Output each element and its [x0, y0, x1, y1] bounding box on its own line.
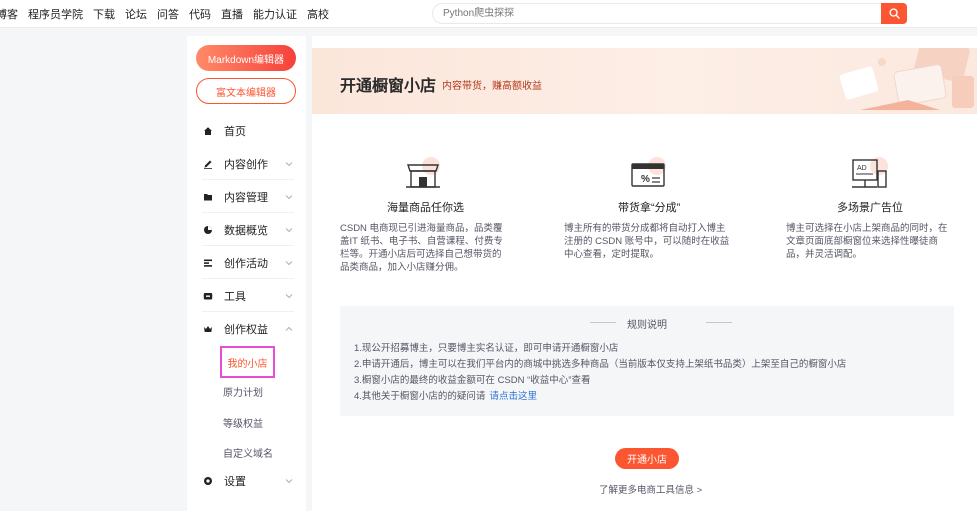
sidebar-subitem-custom-domain[interactable]: 自定义域名 [223, 445, 273, 460]
gear-icon [202, 475, 214, 487]
nav-code[interactable]: 代码 [189, 6, 211, 22]
search-input[interactable] [432, 3, 881, 24]
banner-illustration [839, 48, 974, 110]
nav-blog[interactable]: 博客 [0, 6, 18, 22]
search-icon [888, 8, 900, 19]
feature-title: 海量商品任你选 [387, 202, 464, 214]
sidebar-subitem-force-plan[interactable]: 原力计划 [223, 384, 263, 399]
divider [706, 322, 732, 323]
sidebar-item-tools[interactable]: 工具 [202, 280, 294, 312]
sidebar-item-label: 内容创作 [224, 158, 268, 171]
sidebar-item-settings[interactable]: 设置 [202, 465, 294, 497]
chevron-down-icon [285, 293, 293, 298]
shop-banner: 开通橱窗小店 内容带货，赚高额收益 [312, 48, 977, 114]
more-ecommerce-tools-link[interactable]: 了解更多电商工具信息 > [599, 482, 702, 496]
feature-title: 多场景广告位 [837, 202, 903, 214]
main-content: 开通橱窗小店 内容带货，赚高额收益 海量商品任你选 CSDN 电商现已引进海量商… [312, 36, 977, 511]
chevron-down-icon [285, 194, 293, 199]
sidebar-item-label: 数据概览 [224, 224, 268, 237]
rule-item: 2.申请开通后，博主可以在我们平台内的商城中挑选多种商品（当前版本仅支持上架纸书… [354, 359, 847, 370]
home-icon [202, 125, 214, 137]
sidebar-item-creator-rights[interactable]: 创作权益 [202, 313, 294, 345]
sidebar-item-label: 首页 [224, 126, 246, 138]
chevron-down-icon [285, 227, 293, 232]
sidebar-item-home[interactable]: 首页 [202, 115, 294, 147]
chevron-down-icon [285, 260, 293, 265]
nav-live[interactable]: 直播 [221, 6, 243, 22]
sidebar-subitem-level-rights[interactable]: 等级权益 [223, 415, 263, 430]
ad-screen-icon: AD [852, 157, 888, 188]
nav-qa[interactable]: 问答 [157, 6, 179, 22]
percent-card-icon: % [631, 157, 666, 187]
crown-icon [202, 323, 214, 335]
nav-certification[interactable]: 能力认证 [253, 6, 297, 22]
top-nav: 博客 程序员学院 下载 论坛 问答 代码 直播 能力认证 高校 [0, 0, 339, 28]
chevron-down-icon [285, 161, 293, 166]
feature-description: 博主可选择在小店上架商品的同时，在文章页面底部橱窗位来选择性曝徒商品，并灵活调配… [786, 223, 948, 260]
sidebar-item-content-manage[interactable]: 内容管理 [202, 181, 294, 213]
pie-chart-icon [202, 224, 214, 236]
nav-university[interactable]: 高校 [307, 6, 329, 22]
rule-item: 3.橱窗小店的最终的收益金额可在 CSDN “收益中心”查看 [354, 375, 591, 386]
sidebar-item-label: 创作权益 [224, 324, 268, 336]
sidebar-subitem-my-shop[interactable]: 我的小店 [220, 346, 275, 378]
chevron-down-icon [285, 479, 293, 484]
feature-description: 博主所有的带货分成都将自动打入博主注册的 CSDN 账号中，可以随时在收益中心查… [564, 223, 730, 260]
sidebar-item-data-overview[interactable]: 数据概览 [202, 214, 294, 246]
feature-title: 带货拿“分成” [618, 202, 681, 214]
rules-panel: 规则说明 1.现公开招募博主，只要博主实名认证，即可申请开通橱窗小店 2.申请开… [340, 306, 954, 416]
folder-icon [202, 191, 214, 203]
sidebar-item-label: 内容管理 [224, 191, 268, 204]
top-navbar: 博客 程序员学院 下载 论坛 问答 代码 直播 能力认证 高校 [0, 0, 977, 28]
rules-title: 规则说明 [627, 320, 667, 331]
sidebar-item-label: 创作活动 [224, 257, 268, 270]
rule-text: 4.其他关于橱窗小店的的疑问请 [354, 391, 486, 402]
svg-text:AD: AD [857, 165, 867, 172]
feature-description: CSDN 电商现已引进海量商品，品类覆盖IT 纸书、电子书、自营课程、付费专栏等… [340, 223, 503, 273]
storefront-icon [406, 157, 440, 188]
pen-icon [202, 158, 214, 170]
search-button[interactable] [881, 3, 907, 24]
sidebar-item-activities[interactable]: 创作活动 [202, 247, 294, 279]
list-icon [202, 257, 214, 269]
banner-subtitle: 内容带货，赚高额收益 [442, 81, 542, 92]
nav-forum[interactable]: 论坛 [125, 6, 147, 22]
rule-help-link[interactable]: 请点击这里 [489, 391, 537, 402]
banner-title: 开通橱窗小店 [340, 78, 437, 95]
open-shop-button[interactable]: 开通小店 [615, 448, 679, 469]
richtext-editor-button[interactable]: 富文本编辑器 [196, 78, 296, 104]
sidebar: Markdown编辑器 富文本编辑器 首页 内容创作 内容管理 数据概览 创作活… [187, 36, 306, 511]
sidebar-item-content-create[interactable]: 内容创作 [202, 148, 294, 180]
markdown-editor-button[interactable]: Markdown编辑器 [196, 45, 296, 71]
chevron-up-icon [285, 326, 293, 331]
sidebar-item-label: 设置 [224, 476, 246, 488]
nav-download[interactable]: 下载 [93, 6, 115, 22]
svg-text:%: % [641, 174, 650, 185]
toolbox-icon [202, 290, 214, 302]
rule-item: 1.现公开招募博主，只要博主实名认证，即可申请开通橱窗小店 [354, 343, 619, 354]
sidebar-item-label: 工具 [224, 290, 246, 303]
rule-item: 4.其他关于橱窗小店的的疑问请 请点击这里 [354, 388, 537, 402]
nav-academy[interactable]: 程序员学院 [28, 6, 83, 22]
